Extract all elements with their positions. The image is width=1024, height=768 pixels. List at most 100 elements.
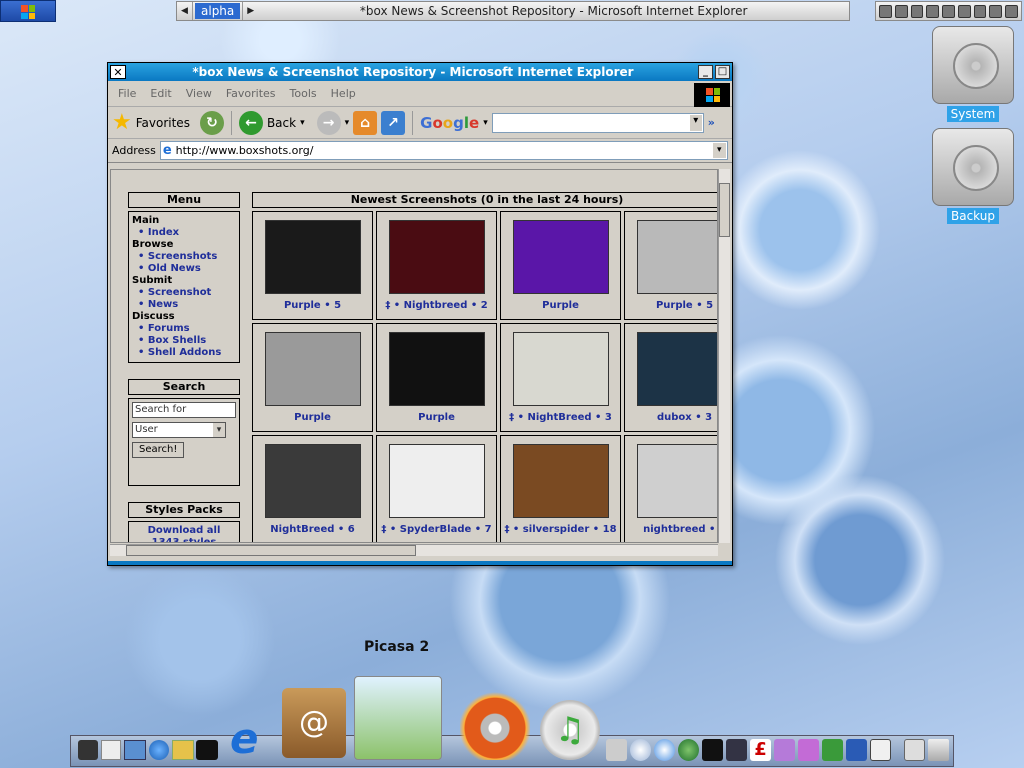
start-button[interactable] (0, 0, 56, 22)
screenshot-caption[interactable]: Purple (501, 300, 620, 311)
screenshot-thumbnail[interactable] (512, 332, 609, 406)
real-icon[interactable] (702, 739, 723, 761)
menu-link-screenshots[interactable]: • Screenshots (132, 251, 236, 263)
screenshot-thumbnail[interactable] (388, 220, 485, 294)
screenshot-caption[interactable]: Purple (253, 412, 372, 423)
minimize-button[interactable]: _ (698, 65, 713, 79)
tray-icon[interactable] (926, 4, 940, 18)
chevron-down-icon[interactable]: ▾ (345, 118, 350, 128)
screenshot-thumbnail[interactable] (636, 332, 717, 406)
internet-explorer-icon[interactable]: e (230, 718, 272, 760)
real-player-icon[interactable] (196, 740, 218, 760)
menu-tools[interactable]: Tools (290, 87, 317, 100)
globe-icon[interactable] (149, 740, 169, 760)
menu-link-news[interactable]: • News (132, 299, 236, 311)
screenshot-caption[interactable]: ‡ • Nightbreed • 2 (377, 300, 496, 311)
screenshot-caption[interactable]: nightbreed • 5 (625, 524, 717, 535)
screenshot-card[interactable]: Purple (500, 211, 621, 320)
screenshot-caption[interactable]: dubox • 3 (625, 412, 717, 423)
scroll-thumb[interactable] (126, 545, 416, 556)
search-button[interactable]: Search! (132, 442, 185, 458)
search-input[interactable]: Search for (132, 402, 236, 418)
menu-link-screenshot[interactable]: • Screenshot (132, 287, 236, 299)
tray-icon[interactable] (894, 4, 908, 18)
screenshot-thumbnail[interactable] (264, 444, 361, 518)
screenshot-card[interactable]: NightBreed • 6 (252, 435, 373, 542)
menu-file[interactable]: File (118, 87, 136, 100)
tray-icon[interactable] (1005, 4, 1019, 18)
close-button[interactable]: ✕ (110, 65, 126, 79)
network-globe-icon[interactable] (678, 739, 699, 761)
screenshot-thumbnail[interactable] (636, 444, 717, 518)
new-window-icon[interactable]: ↗ (381, 110, 406, 135)
screenshot-caption[interactable]: Purple • 5 (253, 300, 372, 311)
word-processor-icon[interactable] (846, 739, 867, 761)
music-player-icon[interactable]: ♫ (540, 700, 600, 760)
history-icon[interactable]: ↻ (199, 110, 224, 135)
cd-burner-icon[interactable] (460, 676, 530, 760)
address-input[interactable]: e http://www.boxshots.org/ ▾ (159, 141, 728, 160)
vertical-scrollbar[interactable] (718, 169, 730, 543)
maximize-button[interactable]: □ (715, 65, 730, 79)
screenshot-card[interactable]: ‡ • silverspider • 18 (500, 435, 621, 542)
floppy-disk-icon[interactable] (870, 739, 891, 761)
previous-workspace-button[interactable]: ◀ (177, 2, 193, 20)
cd-icon[interactable] (630, 739, 651, 761)
tray-icon[interactable] (942, 4, 955, 18)
tray-icon[interactable] (989, 4, 1003, 18)
spreadsheet-icon[interactable] (822, 739, 843, 761)
back-button[interactable]: ← Back ▾ (238, 110, 305, 135)
picasa-icon[interactable] (354, 676, 442, 760)
paint-icon[interactable] (798, 739, 819, 761)
favorites-button[interactable]: ★ Favorites (112, 111, 190, 134)
display-icon[interactable] (124, 740, 146, 760)
horizontal-scrollbar[interactable] (110, 544, 718, 556)
folder-icon[interactable] (172, 740, 194, 760)
menu-edit[interactable]: Edit (150, 87, 171, 100)
screenshot-card[interactable]: Purple (252, 323, 373, 432)
menu-link-index[interactable]: • Index (132, 227, 236, 239)
taskbar-window-title[interactable]: *box News & Screenshot Repository - Micr… (258, 4, 849, 18)
menu-link-forums[interactable]: • Forums (132, 323, 236, 335)
menu-help[interactable]: Help (331, 87, 356, 100)
screenshot-caption[interactable]: Purple • 5 (625, 300, 717, 311)
screenshot-caption[interactable]: NightBreed • 6 (253, 524, 372, 535)
font-icon[interactable]: £ (750, 739, 771, 761)
tray-icon[interactable] (879, 4, 892, 18)
tray-icon[interactable] (910, 4, 924, 18)
menu-link-old-news[interactable]: • Old News (132, 263, 236, 275)
trash-icon[interactable] (928, 739, 949, 761)
screenshot-caption[interactable]: ‡ • NightBreed • 3 (501, 412, 620, 423)
google-search-input[interactable] (491, 112, 704, 133)
styles-text[interactable]: Download all 1343 styles upload to the (128, 521, 240, 542)
next-workspace-button[interactable]: ▶ (242, 2, 258, 20)
address-book-icon[interactable]: @ (282, 688, 346, 758)
screenshot-thumbnail[interactable] (512, 444, 609, 518)
menu-view[interactable]: View (186, 87, 212, 100)
screenshot-thumbnail[interactable] (388, 444, 485, 518)
desktop-drive-backup[interactable]: Backup (930, 128, 1016, 224)
toolbar-overflow-icon[interactable]: » (708, 116, 715, 129)
dvd-icon[interactable] (606, 739, 627, 761)
desktop-drive-system[interactable]: System (930, 26, 1016, 122)
screenshot-thumbnail[interactable] (636, 220, 717, 294)
chevron-down-icon[interactable]: ▾ (300, 118, 305, 128)
tray-icon[interactable] (973, 4, 987, 18)
screenshot-thumbnail[interactable] (264, 220, 361, 294)
screenshot-card[interactable]: ‡ • SpyderBlade • 7 (376, 435, 497, 542)
tray-icon[interactable] (957, 4, 971, 18)
graphics-icon[interactable] (774, 739, 795, 761)
computer-icon[interactable] (78, 740, 98, 760)
screenshot-card[interactable]: ‡ • NightBreed • 3 (500, 323, 621, 432)
google-toolbar-logo[interactable]: Google (420, 114, 479, 132)
screenshot-thumbnail[interactable] (264, 332, 361, 406)
menu-favorites[interactable]: Favorites (226, 87, 276, 100)
screenshot-card[interactable]: ‡ • Nightbreed • 2 (376, 211, 497, 320)
chevron-down-icon[interactable]: ▾ (483, 118, 488, 128)
media-player-icon[interactable] (654, 739, 675, 761)
screenshot-card[interactable]: Purple (376, 323, 497, 432)
document-icon[interactable] (101, 740, 121, 760)
screenshot-card[interactable]: Purple • 5 (624, 211, 717, 320)
scroll-thumb[interactable] (719, 183, 730, 237)
screenshot-card[interactable]: Purple • 5 (252, 211, 373, 320)
